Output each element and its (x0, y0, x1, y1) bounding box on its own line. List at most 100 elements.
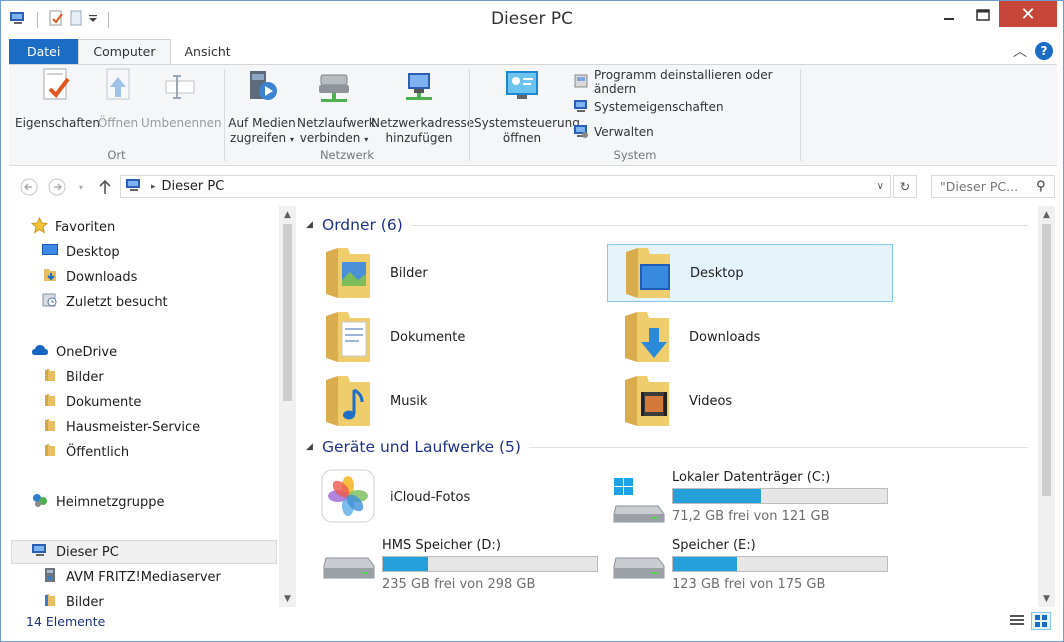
device-tile-drive-d[interactable]: HMS Speicher (D:) 235 GB frei von 298 GB (322, 538, 612, 598)
refresh-button[interactable]: ↻ (893, 175, 917, 198)
back-icon (20, 178, 38, 196)
nav-item-oeffentlich[interactable]: Öffentlich (41, 441, 129, 463)
collapse-ribbon-button[interactable]: ︿ (1011, 42, 1029, 60)
computer-icon (31, 542, 49, 562)
folder-tile-desktop[interactable]: Desktop (607, 244, 893, 302)
content-scroll-thumb[interactable] (1042, 224, 1051, 496)
homegroup-icon (31, 492, 49, 512)
help-button[interactable]: ? (1035, 42, 1053, 60)
desktop-icon (41, 242, 59, 262)
tab-datei[interactable]: Datei (9, 39, 79, 64)
tab-ansicht[interactable]: Ansicht (171, 39, 245, 64)
folders-section-header[interactable]: ◢ Ordner (6) (306, 216, 1028, 234)
media-access-label-2: zugreifen (230, 131, 287, 145)
drive-usage-bar (382, 556, 598, 572)
item-count: 14 Elemente (26, 613, 106, 629)
address-dropdown-icon[interactable]: ∨ (877, 181, 884, 192)
breadcrumb[interactable]: Dieser PC (162, 179, 225, 194)
system-properties-label: Systemeigenschaften (594, 100, 724, 114)
open-button[interactable]: Öffnen (95, 68, 141, 131)
tab-computer[interactable]: Computer (78, 39, 171, 64)
minimize-button[interactable] (935, 1, 963, 29)
folder-tile-videos[interactable]: Videos (607, 372, 893, 430)
system-properties-button[interactable]: Systemeigenschaften (573, 97, 724, 117)
nav-pane-scrollbar[interactable]: ▲ ▼ (279, 206, 296, 607)
nav-item-heimnetzgruppe[interactable]: Heimnetzgruppe (31, 491, 165, 513)
drive-usage-fill (383, 557, 428, 571)
scroll-down-button[interactable]: ▼ (1038, 590, 1055, 607)
uninstall-program-button[interactable]: Programm deinstallieren oder ändern (573, 68, 800, 96)
rename-icon (162, 67, 198, 109)
group-ort-label: Ort (107, 148, 126, 162)
properties-button[interactable]: Eigenschaften (15, 68, 100, 131)
manage-button[interactable]: Verwalten (573, 122, 654, 142)
devices-section-header[interactable]: ◢ Geräte und Laufwerke (5) (306, 438, 1028, 456)
search-input[interactable] (940, 179, 1036, 194)
chevron-down-icon[interactable]: ◢ (306, 220, 313, 230)
address-bar[interactable]: ▸ Dieser PC ∨ (120, 175, 891, 198)
forward-button[interactable] (47, 177, 67, 197)
open-label: Öffnen (97, 116, 139, 130)
drive-free-space: 235 GB frei von 298 GB (382, 577, 536, 592)
folder-tile-musik[interactable]: Musik (308, 372, 594, 430)
rename-button[interactable]: Umbenennen (141, 71, 222, 131)
nav-item-dieser-pc[interactable]: Dieser PC (11, 540, 277, 564)
add-network-location-button[interactable]: Netzwerkadresse hinzufügen (371, 71, 475, 146)
nav-item-bilder[interactable]: Bilder (41, 591, 104, 607)
search-box[interactable]: ⚲ (931, 175, 1055, 198)
manage-label: Verwalten (594, 125, 654, 139)
map-network-drive-button[interactable]: Netzlaufwerk verbinden ▾ (297, 71, 376, 147)
chevron-down-icon[interactable]: ◢ (306, 442, 313, 452)
nav-item-desktop[interactable]: Desktop (41, 241, 120, 263)
nav-item-downloads[interactable]: Downloads (41, 266, 137, 288)
nav-item-onedrive-bilder[interactable]: Bilder (41, 366, 104, 388)
device-tile-drive-e[interactable]: Speicher (E:) 123 GB frei von 175 GB (612, 538, 902, 598)
close-button[interactable]: ✕ (999, 1, 1057, 27)
system-properties-icon (573, 98, 589, 117)
uninstall-label: Programm deinstallieren oder ändern (594, 68, 773, 96)
nav-item-onedrive[interactable]: OneDrive (31, 341, 117, 363)
title-bar: Dieser PC ✕ (1, 1, 1063, 38)
section-divider (410, 224, 1028, 226)
device-tile-icloud-fotos[interactable]: iCloud-Fotos (308, 468, 594, 526)
scroll-up-button[interactable]: ▲ (279, 206, 296, 223)
control-panel-button[interactable]: Systemsteuerung öffnen (474, 71, 580, 146)
refresh-icon: ↻ (899, 179, 911, 194)
recent-locations-button[interactable]: ▾ (71, 177, 91, 197)
nav-item-avm-mediaserver[interactable]: AVM FRITZ!Mediaserver (41, 566, 221, 588)
tiles-view-button[interactable] (1031, 612, 1051, 630)
drive-usage-fill (673, 557, 738, 571)
scroll-down-button[interactable]: ▼ (279, 590, 296, 607)
folder-tile-label: Downloads (689, 329, 761, 345)
scroll-up-button[interactable]: ▲ (1038, 206, 1055, 223)
media-access-icon (244, 67, 280, 109)
nav-pane-scroll-thumb[interactable] (283, 224, 292, 401)
close-icon: ✕ (1020, 3, 1036, 25)
nav-item-zuletzt-besucht[interactable]: Zuletzt besucht (41, 291, 168, 313)
nav-item-label: Dieser PC (56, 544, 119, 560)
drive-free-space: 71,2 GB frei von 121 GB (672, 509, 830, 524)
drive-free-space: 123 GB frei von 175 GB (672, 577, 826, 592)
downloads-icon (41, 267, 59, 287)
device-tile-drive-c[interactable]: Lokaler Datenträger (C:) 71,2 GB frei vo… (612, 470, 902, 530)
up-button[interactable] (95, 177, 115, 197)
breadcrumb-separator[interactable]: ▸ (151, 182, 156, 192)
folder-tile-bilder[interactable]: Bilder (308, 244, 594, 302)
folder-tile-label: Musik (390, 393, 428, 409)
folder-tile-dokumente[interactable]: Dokumente (308, 308, 594, 366)
back-button[interactable] (19, 177, 39, 197)
nav-item-hausmeister-service[interactable]: Hausmeister-Service (41, 416, 200, 438)
explorer-window: Dieser PC ✕ Datei Computer Ansicht ︿ ? E… (0, 0, 1064, 642)
details-view-button[interactable] (1007, 612, 1027, 630)
nav-item-favoriten[interactable]: Favoriten (30, 216, 115, 238)
add-location-label-1: Netzwerkadresse (371, 116, 475, 130)
content-pane: ◢ Ordner (6) Bilder Desktop Dokumente Do… (306, 206, 1036, 607)
documents-folder-icon (324, 308, 372, 367)
folder-tile-downloads[interactable]: Downloads (607, 308, 893, 366)
media-access-button[interactable]: Auf Medien zugreifen ▾ (227, 71, 297, 147)
content-scrollbar[interactable]: ▲ ▼ (1038, 206, 1055, 607)
maximize-button[interactable] (969, 1, 997, 29)
nav-item-onedrive-dokumente[interactable]: Dokumente (41, 391, 141, 413)
onedrive-icon (31, 343, 49, 361)
search-icon[interactable]: ⚲ (1036, 179, 1046, 194)
